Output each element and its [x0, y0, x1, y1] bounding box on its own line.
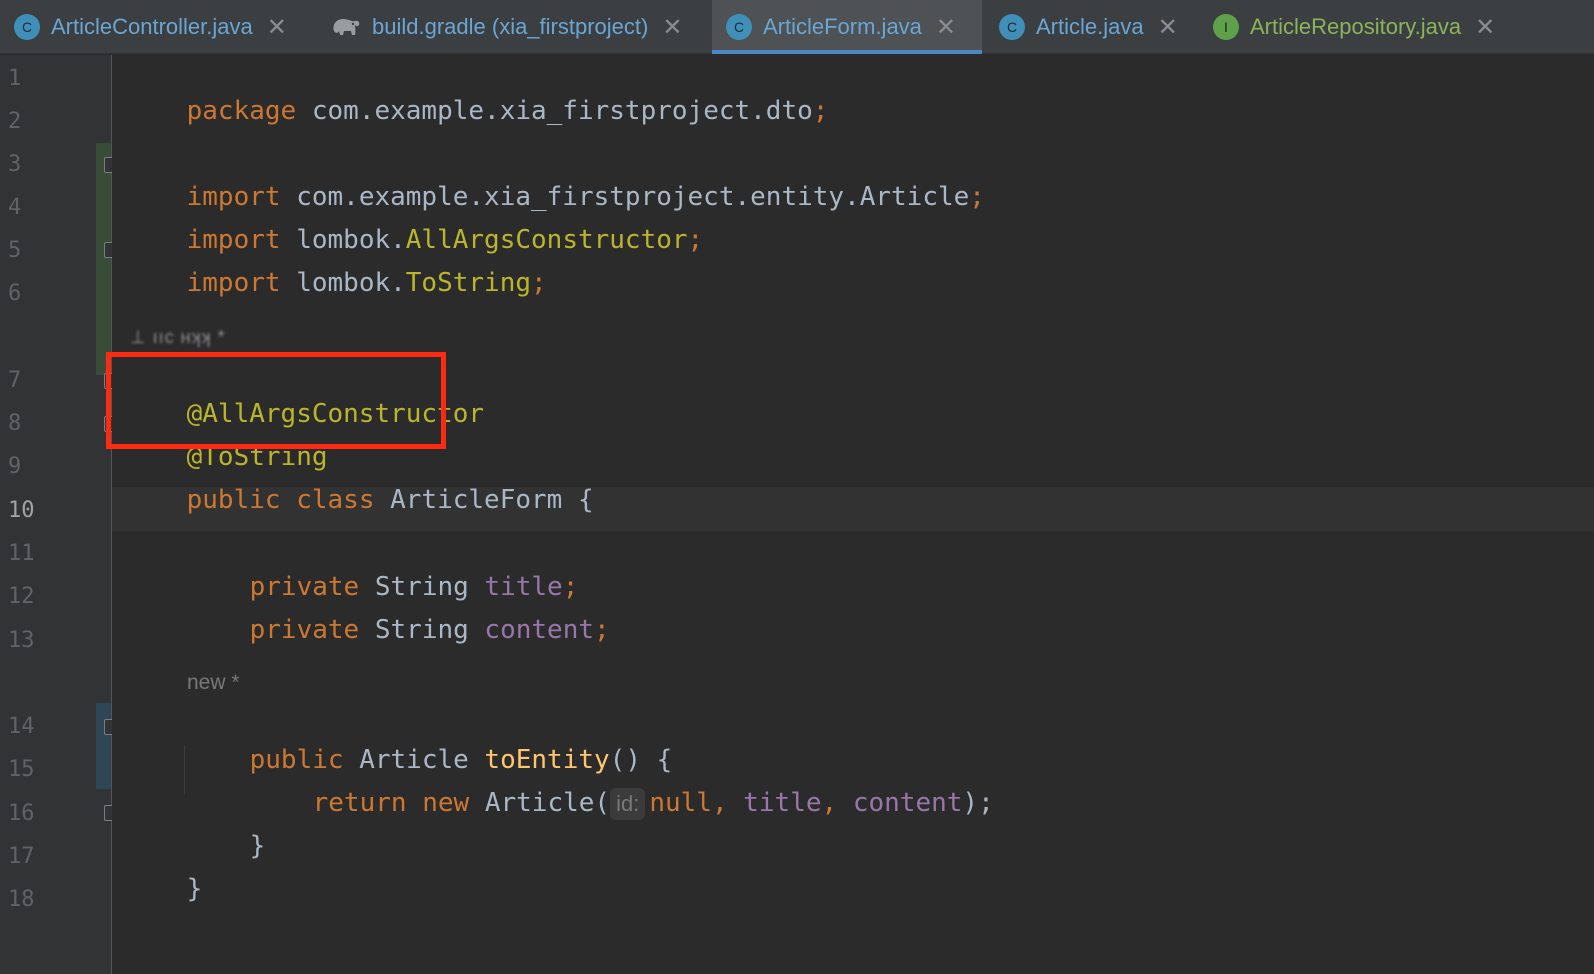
keyword: new — [406, 788, 470, 818]
code-line-15[interactable]: return new Article(id: null, title, conte… — [250, 752, 994, 854]
keyword: public — [186, 485, 281, 515]
field-name: content — [852, 788, 963, 818]
brace: } — [186, 874, 203, 904]
tab-article[interactable]: C Article.java ✕ — [985, 0, 1199, 54]
line-number: 15 — [8, 757, 35, 782]
code-editor[interactable]: package com.example.xia_firstproject.dto… — [112, 55, 1594, 974]
close-icon[interactable]: ✕ — [267, 15, 287, 39]
line-number: 18 — [8, 887, 35, 912]
tab-label: ArticleForm.java — [763, 14, 922, 39]
semicolon: ; — [969, 182, 985, 212]
tab-article-form[interactable]: C ArticleForm.java ✕ — [712, 0, 982, 54]
tab-label: build.gradle (xia_firstproject) — [372, 14, 649, 39]
vcs-change-marker[interactable] — [96, 143, 111, 375]
keyword: return — [312, 788, 407, 818]
line-number: 17 — [8, 844, 35, 869]
line-number: 9 — [8, 454, 22, 479]
tab-label: ArticleController.java — [51, 14, 253, 39]
line-number-gutter[interactable]: 1 2 3 4 5 6 7 8 9 10 11 12 13 14 15 16 1… — [0, 55, 118, 974]
tab-article-repository[interactable]: I ArticleRepository.java ✕ — [1199, 0, 1529, 54]
close-icon[interactable]: ✕ — [936, 15, 956, 39]
line-number-current: 10 — [8, 498, 35, 523]
package-name: com.example.xia_firstproject.dto — [296, 96, 813, 126]
close-icon[interactable]: ✕ — [1475, 15, 1495, 39]
line-number: 3 — [8, 152, 22, 177]
line-number: 12 — [8, 584, 35, 609]
annotation-type: ToString — [405, 268, 532, 298]
keyword: private — [249, 615, 360, 645]
vcs-new-inlay-hint[interactable]: new * — [187, 671, 240, 695]
interface-icon: I — [1213, 14, 1239, 40]
keyword: class — [280, 485, 375, 515]
tab-label: ArticleRepository.java — [1250, 14, 1462, 39]
gradle-elephant-icon — [330, 15, 362, 39]
highlight-box — [106, 352, 446, 449]
keyword: package — [186, 96, 297, 126]
semicolon: ; — [687, 225, 704, 255]
tab-label: Article.java — [1036, 14, 1144, 39]
code-line-5[interactable]: import lombok.ToString; — [124, 232, 547, 334]
tab-build-gradle[interactable]: build.gradle (xia_firstproject) ✕ — [316, 0, 712, 54]
semicolon: ; — [594, 615, 610, 645]
class-name: ArticleForm — [374, 485, 563, 515]
code-line-12[interactable]: private String content; — [187, 579, 610, 681]
brace: { — [562, 485, 594, 515]
line-number: 1 — [8, 66, 22, 91]
type-name: String — [359, 615, 469, 645]
line-number: 2 — [8, 109, 22, 134]
code-line-17[interactable]: } — [124, 838, 203, 940]
line-number: 16 — [8, 801, 35, 826]
line-number: 13 — [8, 628, 35, 653]
line-number: 14 — [8, 714, 35, 739]
editor-tab-bar: C ArticleController.java ✕ build.gradle … — [0, 0, 1594, 54]
field-name: content — [468, 615, 595, 645]
class-icon: C — [726, 14, 752, 40]
vcs-change-marker[interactable] — [96, 703, 111, 789]
class-icon: C — [999, 14, 1025, 40]
class-icon: C — [14, 14, 40, 40]
author-inlay-hint[interactable]: ⊥ ııc ʜʞʞ * — [130, 327, 226, 348]
keyword: import — [186, 268, 281, 298]
constructor-call: Article( — [469, 788, 611, 818]
import-path: lombok. — [280, 268, 406, 298]
parameter-name-hint: id: — [610, 788, 646, 820]
line-number: 11 — [8, 541, 35, 566]
line-number: 7 — [8, 368, 22, 393]
close-icon[interactable]: ✕ — [662, 15, 682, 39]
semicolon: ; — [531, 268, 547, 298]
field-name: title — [743, 788, 822, 818]
tab-article-controller[interactable]: C ArticleController.java ✕ — [0, 0, 316, 54]
keyword: null — [649, 788, 712, 818]
brace: } — [249, 831, 266, 861]
semicolon: ; — [812, 96, 829, 126]
line-number: 6 — [8, 281, 22, 306]
line-number: 4 — [8, 195, 22, 220]
comma: , — [821, 788, 853, 818]
close-icon[interactable]: ✕ — [1158, 15, 1178, 39]
line-number: 8 — [8, 411, 22, 436]
line-number: 5 — [8, 238, 22, 263]
call-end: ); — [962, 788, 994, 818]
indent-guide — [184, 745, 185, 795]
comma: , — [711, 788, 744, 818]
